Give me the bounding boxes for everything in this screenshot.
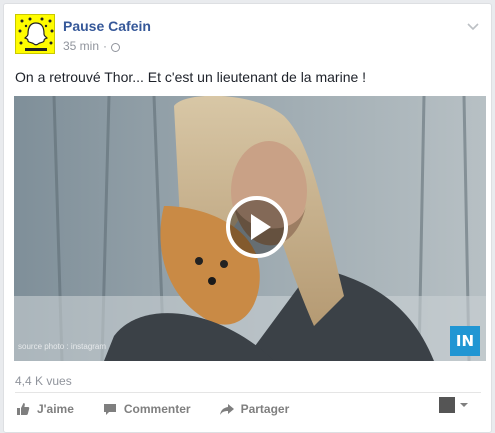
action-bar: J'aime Commenter Partager — [15, 397, 481, 421]
post-card: Pause Cafein 35 min · On a retrouvé Thor… — [3, 3, 492, 433]
like-label: J'aime — [37, 402, 74, 416]
post-header: Pause Cafein 35 min · — [15, 14, 481, 58]
comment-label: Commenter — [123, 402, 191, 416]
thumbs-up-icon — [17, 403, 30, 415]
view-count[interactable]: 4,4 K vues — [15, 374, 72, 388]
page-name-link[interactable]: Pause Cafein — [63, 18, 151, 34]
brand-logo: IN — [450, 326, 480, 356]
comment-icon — [103, 404, 116, 415]
post-as-selector[interactable] — [439, 397, 469, 413]
video-player[interactable]: source photo : instagram IN — [14, 96, 486, 361]
divider — [15, 392, 481, 393]
post-timestamp[interactable]: 35 min — [63, 39, 99, 53]
meta-separator: · — [103, 39, 108, 53]
user-avatar — [439, 397, 455, 413]
photo-source-watermark: source photo : instagram — [18, 342, 107, 351]
post-text: On a retrouvé Thor... Et c'est un lieute… — [15, 69, 367, 85]
snapchat-ghost-icon — [16, 15, 54, 53]
globe-icon — [111, 42, 121, 52]
like-button[interactable]: J'aime — [15, 401, 74, 417]
share-arrow-icon — [219, 404, 234, 415]
share-label: Partager — [240, 402, 290, 416]
post-meta: 35 min · — [63, 39, 121, 53]
share-button[interactable]: Partager — [219, 401, 290, 417]
chevron-down-icon[interactable] — [465, 18, 481, 34]
play-button[interactable] — [226, 196, 288, 258]
caret-down-icon — [460, 403, 468, 407]
page-avatar[interactable] — [15, 14, 55, 54]
comment-button[interactable]: Commenter — [102, 401, 191, 417]
